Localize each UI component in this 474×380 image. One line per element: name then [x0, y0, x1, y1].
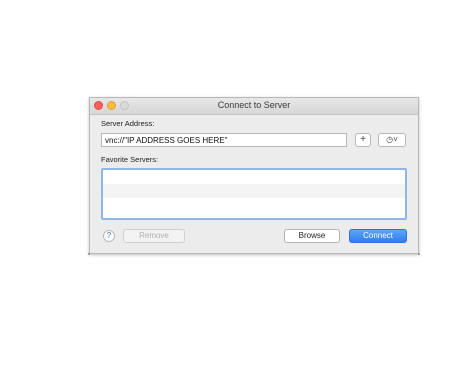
recent-servers-button[interactable]: ◷˅	[378, 133, 406, 147]
remove-button: Remove	[123, 229, 185, 243]
server-address-label: Server Address:	[101, 119, 155, 128]
add-to-favorites-button[interactable]: +	[355, 133, 371, 147]
list-item[interactable]	[103, 198, 405, 212]
list-item[interactable]	[103, 184, 405, 198]
window-title: Connect to Server	[217, 100, 291, 110]
server-address-input[interactable]: vnc://"IP ADDRESS GOES HERE"	[101, 133, 347, 147]
favorite-servers-list[interactable]	[101, 168, 407, 220]
window-corner-mark	[418, 253, 420, 255]
help-button[interactable]: ?	[103, 230, 115, 242]
connect-to-server-window: Connect to Server Server Address: vnc://…	[89, 97, 419, 254]
connect-button[interactable]: Connect	[349, 229, 407, 243]
clock-icon: ◷˅	[386, 135, 398, 144]
favorite-servers-label: Favorite Servers:	[101, 155, 159, 164]
title-bar[interactable]: Connect to Server	[90, 98, 418, 115]
list-item[interactable]	[103, 170, 405, 184]
browse-button[interactable]: Browse	[284, 229, 340, 243]
window-corner-mark	[88, 253, 90, 255]
